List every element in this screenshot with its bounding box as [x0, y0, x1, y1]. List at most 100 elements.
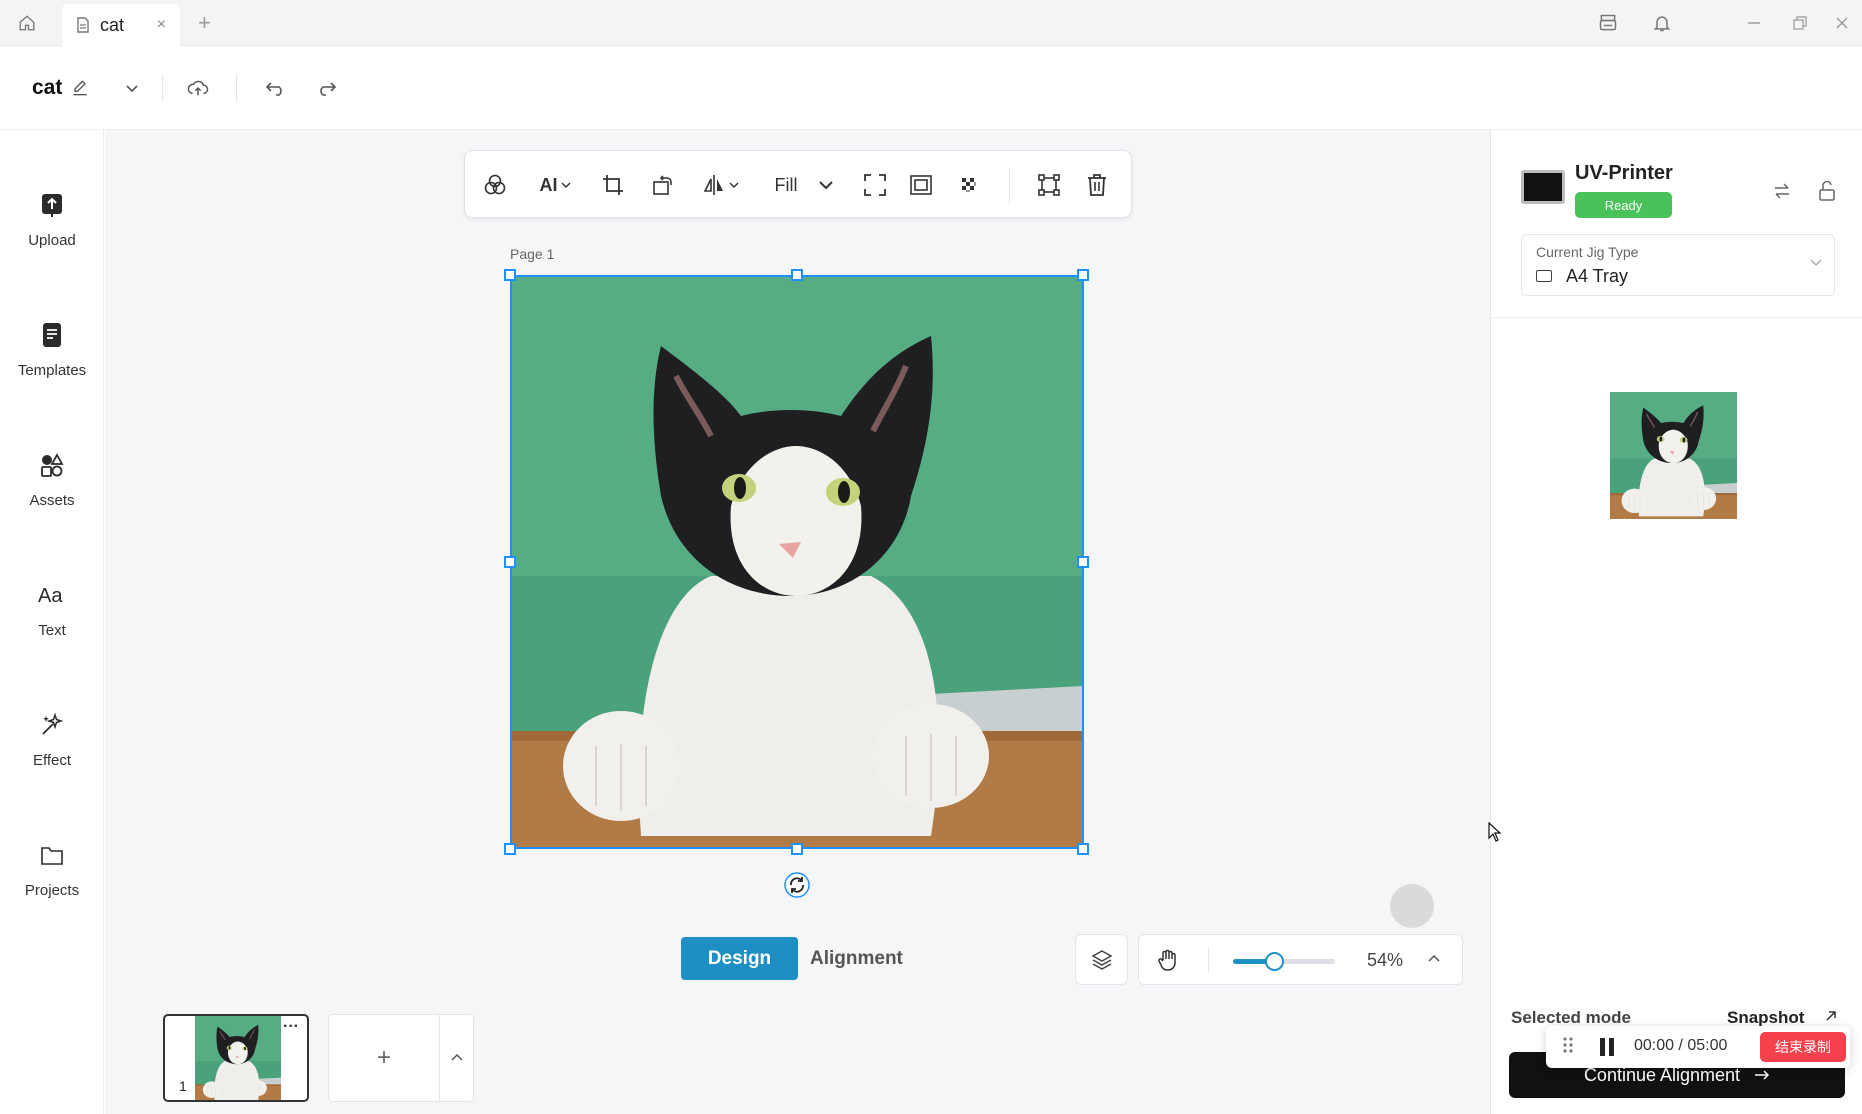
- jig-type-label: Current Jig Type: [1536, 244, 1639, 260]
- edit-title-icon[interactable]: [68, 76, 92, 100]
- chevron-down-icon[interactable]: [120, 76, 144, 100]
- document-title: cat: [32, 76, 63, 99]
- chevron-down-icon: [1810, 257, 1822, 267]
- jig-type-value: A4 Tray: [1566, 266, 1629, 286]
- unlock-icon[interactable]: [1816, 180, 1838, 202]
- effect-icon: [37, 710, 67, 740]
- rotate-icon[interactable]: [649, 169, 677, 201]
- layers-button[interactable]: [1075, 934, 1128, 985]
- resize-handle-right[interactable]: [1077, 556, 1089, 568]
- tab-cat[interactable]: cat ×: [62, 4, 180, 46]
- zoom-slider-thumb[interactable]: [1264, 952, 1284, 971]
- fill-mode-label[interactable]: Fill: [771, 169, 801, 201]
- frame-icon[interactable]: [907, 169, 935, 201]
- sidebar-item-label: Projects: [24, 882, 80, 899]
- zoom-panel: 54%: [1138, 934, 1463, 985]
- new-tab-button[interactable]: +: [198, 10, 211, 36]
- snapshot-link[interactable]: Snapshot: [1727, 1008, 1804, 1028]
- resize-handle-top-left[interactable]: [504, 269, 516, 281]
- resize-handle-bottom[interactable]: [791, 843, 803, 855]
- redo-icon[interactable]: [314, 76, 338, 100]
- floating-circle: [1390, 884, 1434, 928]
- rotate-handle-icon[interactable]: [784, 872, 810, 898]
- close-window-icon[interactable]: [1830, 12, 1854, 34]
- zoom-slider[interactable]: [1233, 952, 1335, 971]
- selection-box: [510, 275, 1084, 849]
- fill-chevron-icon[interactable]: [815, 169, 837, 201]
- sidebar-item-label: Assets: [29, 492, 75, 509]
- external-link-icon[interactable]: [1823, 1008, 1839, 1024]
- page-number: 1: [179, 1078, 187, 1094]
- resize-handle-top[interactable]: [791, 269, 803, 281]
- templates-icon: [37, 320, 67, 350]
- assets-icon: [37, 450, 67, 480]
- image-toolbar: AI Fill: [464, 150, 1132, 218]
- cloud-upload-icon[interactable]: [186, 76, 210, 100]
- chevron-up-icon: [450, 1053, 463, 1063]
- fullscreen-icon[interactable]: [861, 169, 889, 201]
- stop-recording-button[interactable]: 结束录制: [1760, 1032, 1846, 1062]
- divider: [236, 74, 237, 102]
- collapse-pages-button[interactable]: [440, 1014, 474, 1102]
- page-thumbnail-image: [195, 1016, 281, 1102]
- zoom-value[interactable]: 54%: [1367, 950, 1403, 971]
- ai-tools-dropdown[interactable]: AI: [535, 169, 575, 201]
- transparency-icon[interactable]: [955, 169, 983, 201]
- sidebar-item-label: Effect: [32, 752, 72, 769]
- sidebar-item-text[interactable]: Aa Text: [0, 580, 104, 660]
- title-bar: cat × +: [0, 0, 1862, 46]
- chevron-down-icon: [560, 181, 571, 189]
- sidebar-item-projects[interactable]: Projects: [0, 840, 104, 920]
- printer-queue-icon[interactable]: [1596, 12, 1620, 34]
- sidebar-item-effect[interactable]: Effect: [0, 710, 104, 790]
- trash-icon[interactable]: [1083, 169, 1111, 201]
- transform-icon[interactable]: [1035, 169, 1063, 201]
- sidebar-item-label: Text: [38, 622, 66, 639]
- mouse-cursor-icon: [1488, 822, 1502, 842]
- flip-icon: [702, 173, 726, 197]
- add-page-button[interactable]: +: [328, 1014, 440, 1102]
- chevron-up-icon[interactable]: [1428, 954, 1440, 964]
- sidebar-item-assets[interactable]: Assets: [0, 450, 104, 530]
- jig-type-select[interactable]: Current Jig Type A4 Tray: [1521, 234, 1835, 296]
- resize-handle-top-right[interactable]: [1077, 269, 1089, 281]
- mode-design-button[interactable]: Design: [681, 937, 798, 980]
- printer-panel: UV-Printer Ready Current Jig Type A4 Tra…: [1490, 130, 1862, 1114]
- sidebar-item-label: Upload: [28, 232, 76, 249]
- drag-handle-icon[interactable]: [1562, 1036, 1574, 1054]
- sidebar-item-upload[interactable]: Upload: [0, 190, 104, 270]
- divider: [162, 74, 163, 102]
- arrow-right-icon: [1754, 1069, 1770, 1081]
- more-options-icon[interactable]: ···: [283, 1018, 299, 1036]
- layers-icon: [1090, 949, 1113, 971]
- resize-handle-left[interactable]: [504, 556, 516, 568]
- tray-icon: [1536, 270, 1552, 282]
- pause-icon[interactable]: [1596, 1036, 1618, 1058]
- tab-label: cat: [100, 14, 125, 35]
- ai-label: AI: [539, 174, 558, 195]
- printer-icon: [1521, 170, 1565, 204]
- color-filter-icon[interactable]: [481, 169, 509, 201]
- switch-printer-icon[interactable]: [1771, 180, 1793, 202]
- page-thumbnail[interactable]: 1 ···: [163, 1014, 309, 1102]
- restore-icon[interactable]: [1788, 12, 1812, 34]
- sidebar-item-templates[interactable]: Templates: [0, 320, 104, 400]
- undo-icon[interactable]: [264, 76, 288, 100]
- flip-dropdown[interactable]: [699, 169, 741, 201]
- close-tab-icon[interactable]: ×: [157, 16, 166, 34]
- recording-toolbar: 00:00 / 05:00 结束录制: [1546, 1026, 1850, 1068]
- mode-alignment-button[interactable]: Alignment: [810, 937, 903, 980]
- resize-handle-bottom-left[interactable]: [504, 843, 516, 855]
- bell-icon[interactable]: [1650, 12, 1674, 34]
- home-icon[interactable]: [14, 12, 40, 34]
- divider: [1009, 167, 1010, 203]
- crop-icon[interactable]: [599, 169, 627, 201]
- sidebar-item-label: Templates: [17, 362, 87, 379]
- resize-handle-bottom-right[interactable]: [1077, 843, 1089, 855]
- svg-text:Aa: Aa: [38, 585, 63, 606]
- print-preview-image: [1610, 392, 1737, 519]
- minimize-icon[interactable]: [1742, 12, 1766, 34]
- divider: [1491, 317, 1862, 318]
- hand-icon[interactable]: [1157, 948, 1179, 972]
- upload-icon: [37, 190, 67, 220]
